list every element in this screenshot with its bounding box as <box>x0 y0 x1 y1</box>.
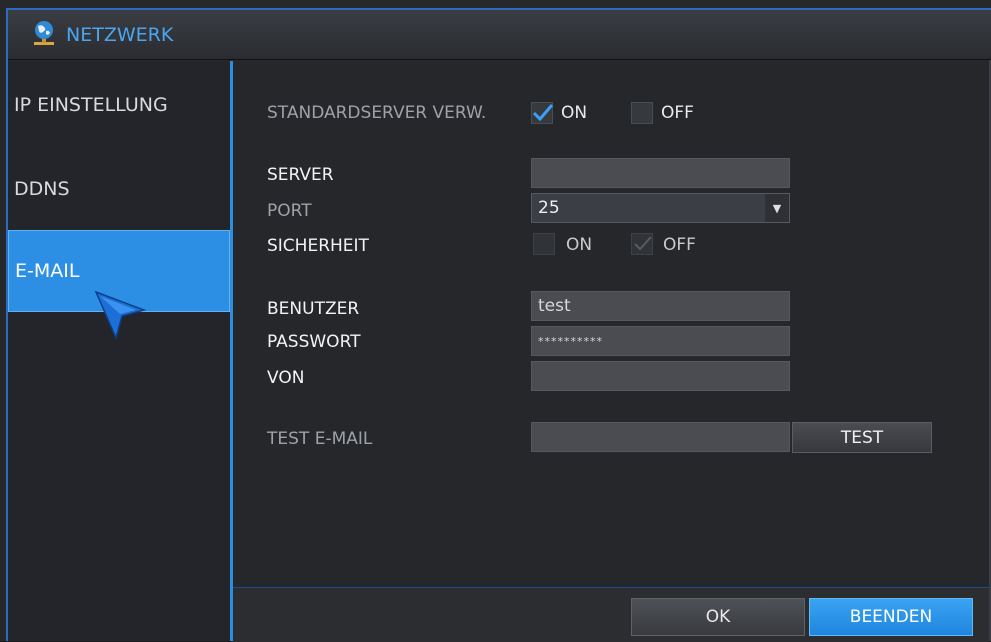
from-input[interactable] <box>531 361 790 391</box>
user-input[interactable]: test <box>531 291 790 321</box>
checkmark-icon <box>634 236 652 251</box>
mouse-cursor-icon <box>92 288 148 344</box>
email-settings-panel: STANDARDSERVER VERW. ON OFF SERVER PORT … <box>233 61 989 641</box>
default-server-on-checkbox[interactable] <box>531 102 554 124</box>
port-value: 25 <box>538 198 560 218</box>
port-label: PORT <box>267 201 312 221</box>
sidebar-item-ip-settings[interactable]: IP EINSTELLUNG <box>8 65 230 145</box>
user-label: BENUTZER <box>267 299 360 319</box>
sidebar-item-label: IP EINSTELLUNG <box>14 94 168 116</box>
test-button[interactable]: TEST <box>792 422 932 453</box>
security-on-checkbox[interactable] <box>533 233 555 255</box>
ok-button[interactable]: OK <box>631 598 805 636</box>
server-label: SERVER <box>267 165 334 185</box>
default-server-off-label: OFF <box>661 103 694 123</box>
checkmark-icon <box>532 104 554 122</box>
password-input[interactable]: ********** <box>531 326 790 356</box>
footer-bar: OK BEENDEN <box>233 587 989 642</box>
chevron-down-icon[interactable]: ▼ <box>765 194 789 222</box>
from-label: VON <box>267 368 305 388</box>
test-email-label: TEST E-MAIL <box>267 429 373 449</box>
security-off-checkbox[interactable] <box>631 233 653 255</box>
default-server-off-checkbox[interactable] <box>631 102 653 124</box>
sidebar-item-label: DDNS <box>14 178 70 200</box>
title-bar: NETZWERK <box>8 8 991 60</box>
security-label: SICHERHEIT <box>267 236 369 256</box>
default-server-on-label: ON <box>561 103 588 123</box>
sidebar-item-ddns[interactable]: DDNS <box>8 149 230 229</box>
security-off-label: OFF <box>663 235 696 255</box>
sidebar-item-label: E-MAIL <box>15 260 80 282</box>
network-settings-window: NETZWERK IP EINSTELLUNG DDNS E-MAIL STAN… <box>0 0 991 642</box>
window-title: NETZWERK <box>66 24 174 46</box>
test-email-input[interactable] <box>531 422 790 452</box>
server-input[interactable] <box>531 158 790 188</box>
sidebar: IP EINSTELLUNG DDNS E-MAIL <box>8 61 230 641</box>
default-server-label: STANDARDSERVER VERW. <box>267 103 487 123</box>
globe-network-icon <box>30 20 58 48</box>
security-on-label: ON <box>566 235 593 255</box>
exit-button[interactable]: BEENDEN <box>809 598 973 636</box>
port-select[interactable]: 25 ▼ <box>531 193 790 223</box>
password-label: PASSWORT <box>267 332 361 352</box>
